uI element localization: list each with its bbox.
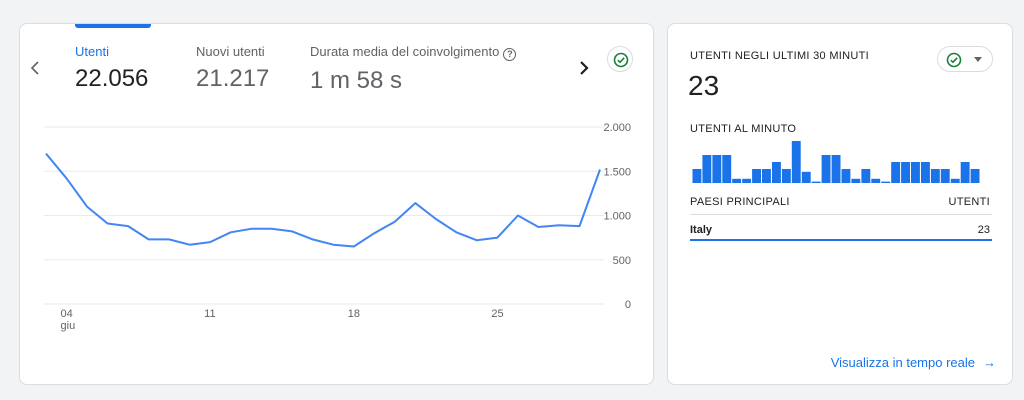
minute-bar[interactable] [732,178,742,183]
country-name: Italy [690,224,713,236]
minute-bar[interactable] [911,162,920,183]
table-divider [690,214,992,215]
x-tick-sublabel: giu [61,320,76,332]
x-tick-label: 25 [491,308,503,320]
view-realtime-label: Visualizza in tempo reale [830,355,975,370]
minute-bar[interactable] [930,169,940,183]
minute-bar[interactable] [821,155,831,183]
minute-bar[interactable] [831,155,841,183]
y-tick-label: 1.000 [603,211,631,223]
arrow-right-icon: → [983,355,996,370]
check-circle-icon [946,52,962,68]
minute-bar[interactable] [921,162,930,183]
row-bar [690,239,992,241]
country-users: 23 [977,224,990,236]
minute-bar[interactable] [970,169,980,183]
users-line-chart: 2.000 1.500 1.000 500 0 04giu 11 18 25 [44,122,631,332]
minute-bar[interactable] [861,169,871,183]
minute-bar[interactable] [841,169,851,183]
overview-card: Utenti 22.056 Nuovi utenti 21.217 Durata… [19,23,654,385]
x-tick-label: 18 [348,308,360,320]
minute-bar[interactable] [752,169,761,183]
countries-column-header: PAESI PRINCIPALI [690,196,790,208]
y-tick-label: 2.000 [603,122,631,134]
y-tick-label: 1.500 [603,166,631,178]
caret-down-icon [974,57,982,62]
realtime-card: UTENTI NEGLI ULTIMI 30 MINUTI 23 UTENTI … [667,23,1013,385]
minute-bar[interactable] [811,181,821,183]
y-tick-label: 500 [613,255,631,267]
minute-bar[interactable] [772,162,781,183]
minute-bar[interactable] [851,178,861,183]
realtime-options-dropdown[interactable] [937,46,993,72]
minute-bar[interactable] [940,169,950,183]
minute-bar[interactable] [742,178,752,183]
minute-bar[interactable] [901,162,910,183]
minute-bar[interactable] [781,169,791,183]
minute-bar[interactable] [702,155,712,183]
minute-bar[interactable] [871,178,881,183]
minute-bar[interactable] [762,169,771,183]
minute-bar[interactable] [712,155,722,183]
y-tick-label: 0 [625,299,631,311]
realtime-user-count: 23 [688,70,720,101]
minute-bar[interactable] [801,171,811,183]
users-per-minute-chart [692,141,980,183]
minute-bar[interactable] [881,181,891,183]
minute-bar[interactable] [950,178,960,183]
minute-bar[interactable] [960,162,970,183]
minute-bar[interactable] [891,162,901,183]
x-tick-label: 11 [204,308,215,320]
minute-bar[interactable] [791,141,801,183]
x-tick-label: 04 [61,308,73,320]
per-minute-label: UTENTI AL MINUTO [690,123,797,135]
users-column-header: UTENTI [948,196,990,208]
minute-bar[interactable] [692,169,702,183]
series-line [45,152,601,248]
realtime-title: UTENTI NEGLI ULTIMI 30 MINUTI [690,50,870,62]
view-realtime-link[interactable]: Visualizza in tempo reale → [831,355,996,370]
minute-bar[interactable] [722,155,732,183]
